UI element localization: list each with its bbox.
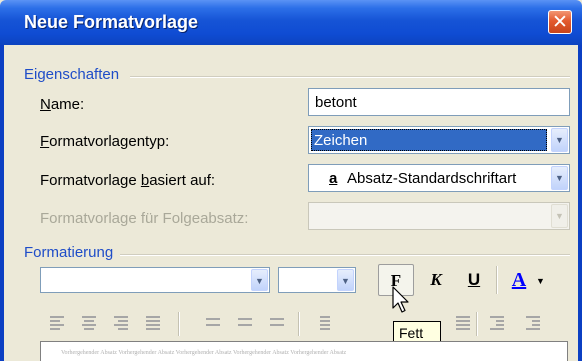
type-label-mnemonic: F (40, 133, 50, 150)
next-paragraph-label: Formatvorlage für Folgeabsatz: (40, 210, 249, 227)
space-before-icon[interactable] (316, 316, 330, 332)
underline-button[interactable]: U (456, 264, 492, 296)
properties-divider (130, 76, 570, 78)
align-left-icon[interactable] (50, 316, 64, 332)
type-label-rest: ormatvorlagentyp: (49, 133, 170, 150)
one-half-spacing-icon[interactable] (238, 318, 252, 334)
name-input[interactable]: betont (308, 88, 570, 116)
name-input-value: betont (315, 94, 357, 111)
based-on-label-rest: asiert auf: (149, 172, 216, 189)
name-label-mnemonic: N (40, 96, 51, 113)
chevron-down-icon: ▼ (555, 211, 564, 221)
type-select[interactable]: Zeichen ▼ (308, 126, 570, 154)
type-label: Formatvorlagentyp: (40, 133, 169, 150)
decrease-indent-icon[interactable] (490, 316, 504, 332)
toolbar-separator (476, 312, 478, 336)
based-on-dropdown-button[interactable]: ▼ (551, 166, 568, 190)
dialog-window: Neue Formatvorlage ✕ Eigenschaften Name:… (0, 0, 582, 361)
formatting-divider (120, 254, 570, 256)
toolbar-separator (496, 266, 498, 294)
align-right-icon[interactable] (114, 316, 128, 332)
type-dropdown-button[interactable]: ▼ (551, 128, 568, 152)
close-button[interactable]: ✕ (548, 10, 572, 34)
type-select-value: Zeichen (314, 132, 368, 149)
formatting-section-label: Formatierung (24, 244, 114, 261)
properties-section-label: Eigenschaften (24, 66, 120, 83)
toolbar-separator (298, 312, 300, 336)
preview-box: Vorhergehender Absatz Vorhergehender Abs… (40, 341, 568, 361)
close-icon: ✕ (552, 11, 568, 33)
based-on-select-value: Absatz-Standardschriftart (347, 170, 517, 187)
based-on-label-before: Formatvorlage (40, 172, 141, 189)
font-color-dropdown-icon[interactable]: ▼ (536, 276, 545, 286)
based-on-select[interactable]: a Absatz-Standardschriftart ▼ (308, 164, 570, 192)
align-justify-icon[interactable] (146, 316, 160, 332)
chevron-down-icon: ▼ (555, 135, 564, 145)
title-bar[interactable]: Neue Formatvorlage ✕ (0, 0, 582, 45)
align-center-icon[interactable] (82, 316, 96, 332)
dialog-title: Neue Formatvorlage (24, 12, 199, 32)
character-style-icon: a (329, 170, 338, 187)
window-border-left (0, 45, 4, 361)
mouse-pointer-icon (392, 286, 409, 313)
based-on-label-mnemonic: b (140, 172, 150, 189)
double-spacing-icon[interactable] (270, 318, 284, 334)
italic-button[interactable]: K (418, 264, 454, 296)
chevron-down-icon: ▼ (341, 276, 350, 286)
chevron-down-icon: ▼ (555, 173, 564, 183)
toolbar-separator (178, 312, 180, 336)
space-after-icon[interactable] (456, 316, 470, 332)
window-border-right (578, 45, 582, 361)
preview-text: Vorhergehender Absatz Vorhergehender Abs… (61, 350, 347, 356)
increase-indent-icon[interactable] (526, 316, 540, 332)
next-paragraph-dropdown-button[interactable]: ▼ (551, 204, 568, 228)
chevron-down-icon: ▼ (255, 276, 264, 286)
based-on-label: Formatvorlage basiert auf: (40, 172, 215, 189)
name-label: Name: (40, 96, 84, 113)
font-name-dropdown-button[interactable]: ▼ (251, 269, 268, 291)
font-size-select[interactable]: ▼ (278, 267, 356, 293)
next-paragraph-select[interactable]: ▼ (308, 202, 570, 230)
name-label-rest: ame: (50, 96, 85, 113)
font-color-button[interactable]: A (504, 264, 534, 296)
single-spacing-icon[interactable] (206, 318, 220, 334)
font-name-select[interactable]: ▼ (40, 267, 270, 293)
font-size-dropdown-button[interactable]: ▼ (337, 269, 354, 291)
